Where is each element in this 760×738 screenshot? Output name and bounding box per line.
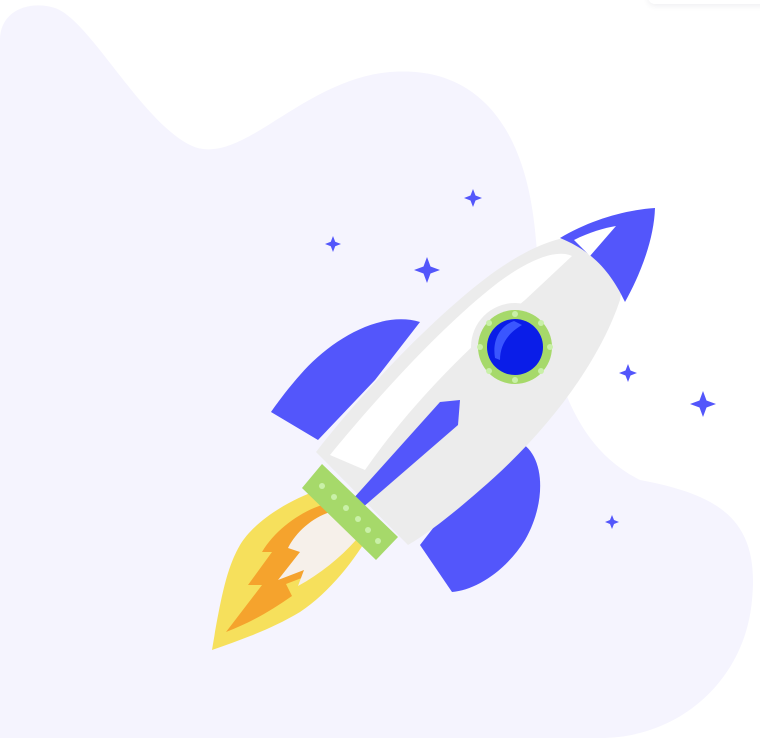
rocket-illustration: [0, 5, 753, 738]
star-icon: [619, 364, 637, 382]
illustration-canvas: [0, 0, 760, 738]
star-icon: [690, 391, 716, 417]
